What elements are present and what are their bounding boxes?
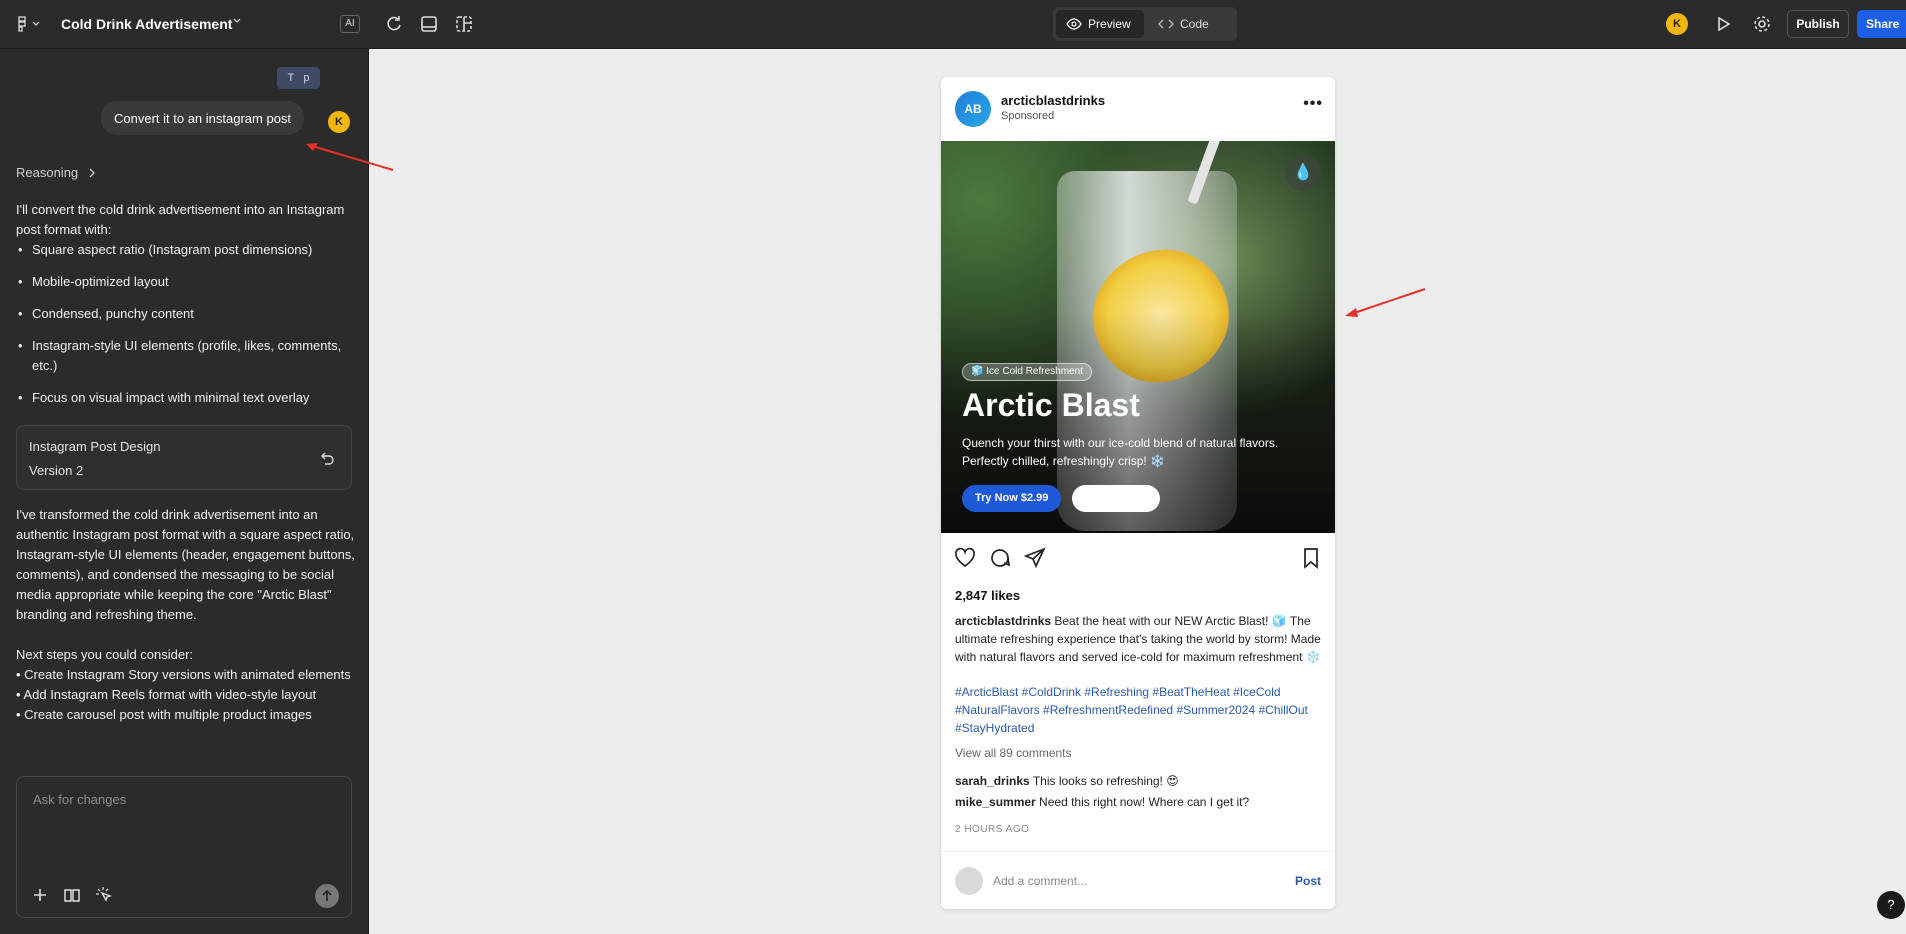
hero-subtitle: Quench your thirst with our ice-cold ble… xyxy=(962,434,1322,470)
share-button[interactable]: Share xyxy=(1857,10,1906,38)
assistant-summary-message: I've transformed the cold drink advertis… xyxy=(16,505,356,725)
feature-list: Square aspect ratio (Instagram post dime… xyxy=(16,240,356,408)
post-header: AB arcticblastdrinks Sponsored ••• xyxy=(941,77,1335,141)
project-title[interactable]: Cold Drink Advertisement xyxy=(61,16,232,32)
project-chevron-down-icon[interactable] xyxy=(232,16,242,26)
list-item: Focus on visual impact with minimal text… xyxy=(16,388,356,408)
comment-username[interactable]: mike_summer xyxy=(955,795,1036,809)
list-item: Square aspect ratio (Instagram post dime… xyxy=(16,240,356,260)
text-style-chip[interactable]: T p xyxy=(277,67,320,89)
assistant-intro: I'll convert the cold drink advertisemen… xyxy=(16,202,345,237)
book-library-icon[interactable] xyxy=(63,886,81,904)
app-menu-button[interactable] xyxy=(16,15,46,33)
assistant-summary: I've transformed the cold drink advertis… xyxy=(16,507,355,622)
share-send-icon[interactable] xyxy=(1024,547,1046,569)
play-icon[interactable] xyxy=(1713,14,1733,34)
refresh-icon[interactable] xyxy=(384,14,404,34)
chevron-down-icon xyxy=(32,21,40,26)
next-step-item: • Add Instagram Reels format with video-… xyxy=(16,687,317,702)
annotation-arrow xyxy=(1345,288,1426,317)
version-card[interactable]: Instagram Post Design Version 2 xyxy=(16,425,352,490)
layout-panel-icon[interactable] xyxy=(454,14,474,34)
view-mode-toggle: Preview Code xyxy=(1053,7,1237,41)
instagram-post: AB arcticblastdrinks Sponsored ••• 💧 🧊 I… xyxy=(941,77,1335,909)
settings-gear-icon[interactable] xyxy=(1752,14,1772,34)
annotation-arrow xyxy=(306,143,394,171)
user-message-bubble: Convert it to an instagram post xyxy=(101,101,305,135)
try-now-button[interactable]: Try Now $2.99 xyxy=(962,485,1062,512)
heart-like-icon[interactable] xyxy=(954,547,976,569)
user-message-text: Convert it to an instagram post xyxy=(114,110,292,126)
post-timestamp: 2 HOURS AGO xyxy=(955,824,1030,835)
list-item: Condensed, punchy content xyxy=(16,304,356,324)
profile-avatar[interactable]: AB xyxy=(955,91,991,127)
figma-logo-icon xyxy=(18,16,26,32)
profile-username[interactable]: arcticblastdrinks xyxy=(1001,93,1105,108)
chevron-right-icon xyxy=(89,168,96,177)
tablet-view-icon[interactable] xyxy=(419,14,439,34)
user-avatar[interactable]: K xyxy=(1666,13,1688,35)
comment-bubble-icon[interactable] xyxy=(989,547,1011,569)
water-drop-icon[interactable]: 💧 xyxy=(1285,155,1321,191)
composer-placeholder[interactable]: Ask for changes xyxy=(33,792,126,807)
comment-item: sarah_drinks This looks so refreshing! 😍 xyxy=(955,774,1179,788)
user-message-avatar: K xyxy=(328,111,350,133)
likes-count[interactable]: 2,847 likes xyxy=(955,588,1020,603)
hero-title: Arctic Blast xyxy=(962,387,1140,423)
next-step-item: • Create carousel post with multiple pro… xyxy=(16,707,312,722)
add-comment-input[interactable]: Add a comment... xyxy=(993,874,1087,888)
chat-panel: T p Convert it to an instagram post K Re… xyxy=(0,49,369,934)
preview-label: Preview xyxy=(1088,17,1131,31)
version-card-version: Version 2 xyxy=(29,463,84,478)
code-label: Code xyxy=(1180,17,1209,31)
list-item: Instagram-style UI elements (profile, li… xyxy=(16,336,356,376)
restore-undo-icon[interactable] xyxy=(319,450,335,466)
reasoning-label: Reasoning xyxy=(16,165,79,180)
hero-subtitle-line: Perfectly chilled, refreshingly crisp! ❄… xyxy=(962,454,1166,468)
eye-icon xyxy=(1066,18,1082,30)
commenter-avatar xyxy=(955,867,983,895)
text-format-label: T xyxy=(287,72,295,84)
top-bar: Cold Drink Advertisement AI Preview Code… xyxy=(0,0,1906,49)
next-steps-title: Next steps you could consider: xyxy=(16,647,194,662)
more-options-icon[interactable]: ••• xyxy=(1303,95,1323,113)
list-item: Mobile-optimized layout xyxy=(16,272,356,292)
comment-text: This looks so refreshing! 😍 xyxy=(1029,774,1179,788)
hashtags[interactable]: #ArcticBlast #ColdDrink #Refreshing #Bea… xyxy=(955,683,1323,737)
ai-toggle-button[interactable]: AI xyxy=(340,15,360,33)
hero-image: 💧 🧊 Ice Cold Refreshment Arctic Blast Qu… xyxy=(941,141,1335,533)
publish-button[interactable]: Publish xyxy=(1787,10,1849,38)
post-comment-button[interactable]: Post xyxy=(1295,874,1321,888)
chat-composer[interactable]: Ask for changes xyxy=(16,776,352,918)
comment-text: Need this right now! Where can I get it? xyxy=(1035,795,1250,809)
secondary-cta-button[interactable] xyxy=(1072,485,1160,512)
add-plus-icon[interactable] xyxy=(31,886,49,904)
scroll-fade xyxy=(0,739,368,769)
paragraph-format-label: p xyxy=(303,72,310,84)
bookmark-save-icon[interactable] xyxy=(1300,547,1322,569)
divider xyxy=(941,851,1335,852)
version-card-title: Instagram Post Design xyxy=(29,439,161,454)
preview-canvas: AB arcticblastdrinks Sponsored ••• 💧 🧊 I… xyxy=(369,49,1906,934)
help-button[interactable]: ? xyxy=(1877,891,1905,919)
view-all-comments-link[interactable]: View all 89 comments xyxy=(955,746,1072,760)
engagement-bar xyxy=(941,533,1335,581)
preview-tab[interactable]: Preview xyxy=(1056,10,1144,38)
sponsored-label: Sponsored xyxy=(1001,110,1055,122)
caption-username[interactable]: arcticblastdrinks xyxy=(955,614,1051,628)
code-icon xyxy=(1158,19,1174,29)
ice-cold-badge: 🧊 Ice Cold Refreshment xyxy=(962,363,1092,381)
arrow-up-icon xyxy=(322,889,332,901)
next-step-item: • Create Instagram Story versions with a… xyxy=(16,667,351,682)
select-element-icon[interactable] xyxy=(95,886,113,904)
send-button[interactable] xyxy=(315,884,339,908)
hero-subtitle-line: Quench your thirst with our ice-cold ble… xyxy=(962,436,1279,450)
post-caption: arcticblastdrinks Beat the heat with our… xyxy=(955,612,1323,666)
assistant-message: I'll convert the cold drink advertisemen… xyxy=(16,200,356,420)
comment-username[interactable]: sarah_drinks xyxy=(955,774,1030,788)
comment-item: mike_summer Need this right now! Where c… xyxy=(955,795,1249,809)
code-tab[interactable]: Code xyxy=(1148,10,1232,38)
reasoning-toggle[interactable]: Reasoning xyxy=(16,165,96,180)
